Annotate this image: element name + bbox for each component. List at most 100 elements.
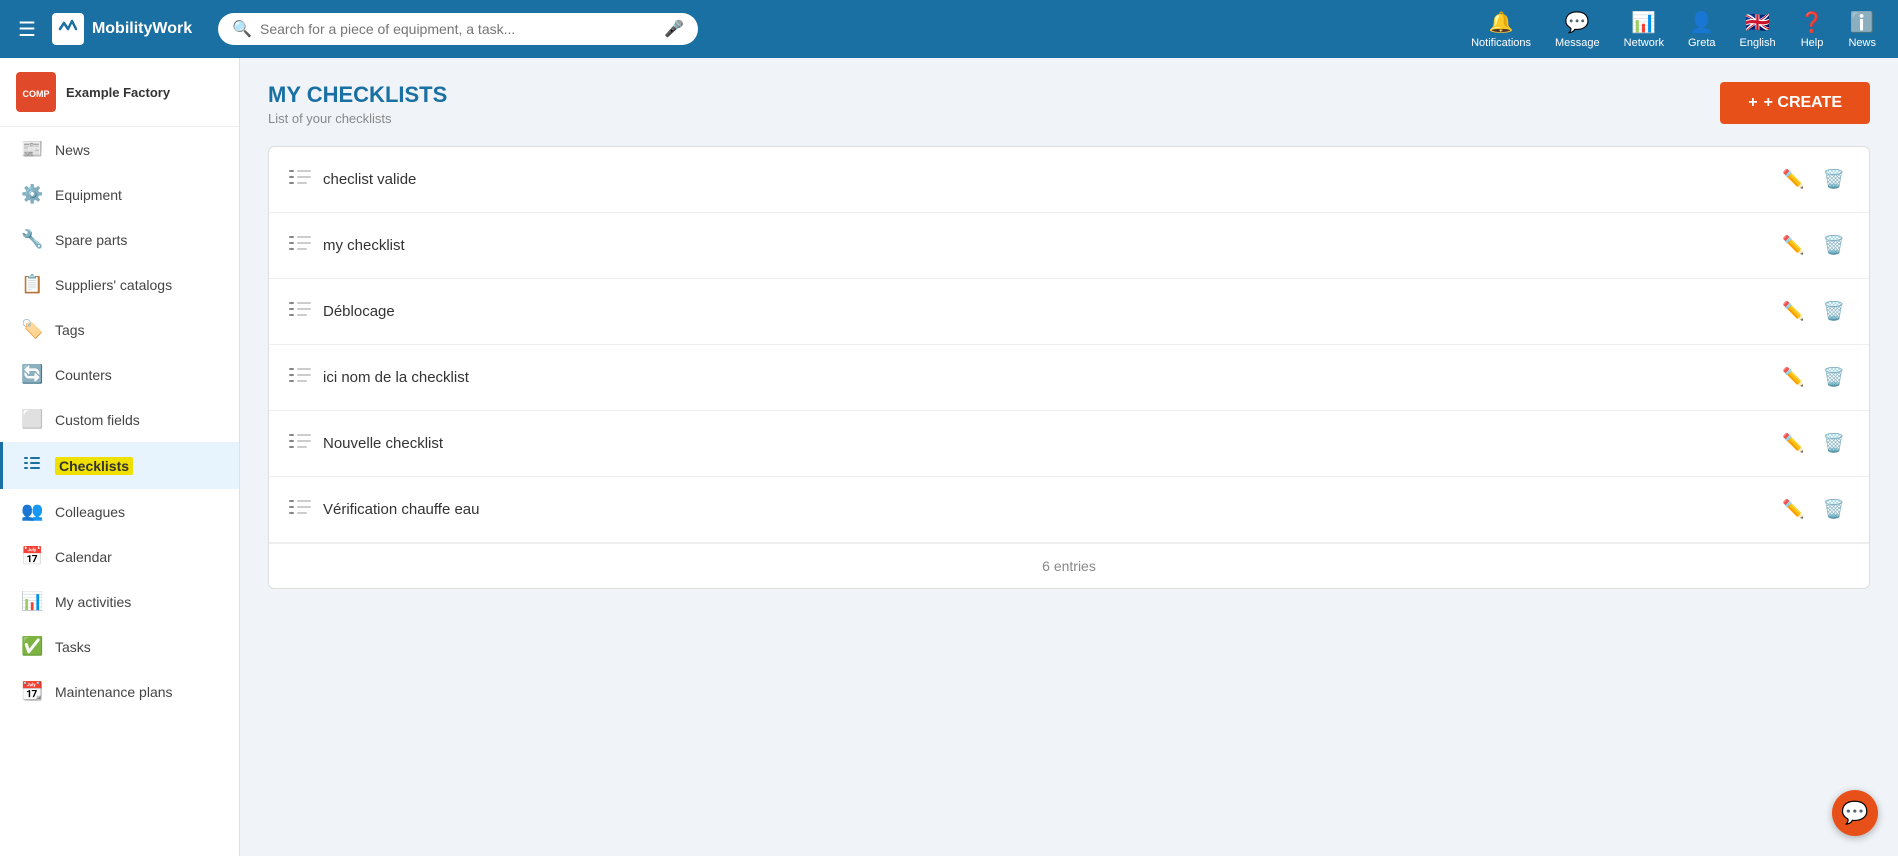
sidebar-counters-label: Counters: [55, 367, 112, 383]
checklist-row-icon: [289, 366, 311, 389]
checklist-name: Vérification chauffe eau: [323, 501, 1766, 518]
delete-button[interactable]: 🗑️: [1819, 429, 1849, 458]
equipment-icon: ⚙️: [21, 184, 43, 205]
checklist-row-icon: [289, 300, 311, 323]
checklists-card: checlist valide ✏️ 🗑️: [268, 146, 1870, 589]
sidebar-tags-label: Tags: [55, 322, 85, 338]
checklist-row: Déblocage ✏️ 🗑️: [269, 279, 1869, 345]
calendar-icon: 📅: [21, 546, 43, 567]
news-button[interactable]: ℹ️ News: [1838, 6, 1886, 53]
sidebar-item-tags[interactable]: 🏷️ Tags: [0, 307, 239, 352]
tasks-icon: ✅: [21, 636, 43, 657]
sidebar-item-maintenance-plans[interactable]: 📆 Maintenance plans: [0, 669, 239, 714]
edit-button[interactable]: ✏️: [1778, 165, 1808, 194]
search-icon: 🔍: [232, 19, 252, 39]
sidebar-item-equipment[interactable]: ⚙️ Equipment: [0, 172, 239, 217]
network-label: Network: [1624, 37, 1664, 49]
page-title: MY CHECKLISTS: [268, 82, 447, 108]
sidebar-suppliers-label: Suppliers' catalogs: [55, 277, 172, 293]
row-actions: ✏️ 🗑️: [1778, 165, 1849, 194]
page-subtitle: List of your checklists: [268, 111, 447, 126]
row-actions: ✏️ 🗑️: [1778, 363, 1849, 392]
sidebar-item-tasks[interactable]: ✅ Tasks: [0, 624, 239, 669]
news-nav-label: News: [1848, 37, 1876, 49]
delete-button[interactable]: 🗑️: [1819, 363, 1849, 392]
sidebar-item-suppliers-catalogs[interactable]: 📋 Suppliers' catalogs: [0, 262, 239, 307]
checklist-name: ici nom de la checklist: [323, 369, 1766, 386]
checklist-name: my checklist: [323, 237, 1766, 254]
message-label: Message: [1555, 37, 1600, 49]
edit-button[interactable]: ✏️: [1778, 297, 1808, 326]
checklist-row-icon: [289, 432, 311, 455]
sidebar-item-calendar[interactable]: 📅 Calendar: [0, 534, 239, 579]
sidebar-my-activities-label: My activities: [55, 594, 131, 610]
profile-button[interactable]: 👤 Greta: [1678, 6, 1726, 53]
sidebar-item-colleagues[interactable]: 👥 Colleagues: [0, 489, 239, 534]
row-actions: ✏️ 🗑️: [1778, 429, 1849, 458]
maintenance-icon: 📆: [21, 681, 43, 702]
profile-label: Greta: [1688, 37, 1716, 49]
company-header[interactable]: COMP Example Factory: [0, 58, 239, 127]
avatar-icon: 👤: [1689, 10, 1714, 35]
tags-icon: 🏷️: [21, 319, 43, 340]
sidebar-item-my-activities[interactable]: 📊 My activities: [0, 579, 239, 624]
page-header: MY CHECKLISTS List of your checklists + …: [268, 82, 1870, 126]
delete-button[interactable]: 🗑️: [1819, 231, 1849, 260]
sidebar-spare-parts-label: Spare parts: [55, 232, 127, 248]
edit-button[interactable]: ✏️: [1778, 429, 1808, 458]
checklist-row: Nouvelle checklist ✏️ 🗑️: [269, 411, 1869, 477]
language-label: English: [1740, 37, 1776, 49]
logo[interactable]: MobilityWork: [52, 13, 192, 45]
sidebar-item-checklists[interactable]: Checklists: [0, 442, 239, 489]
notifications-button[interactable]: 🔔 Notifications: [1461, 6, 1541, 53]
sidebar-checklists-label: Checklists: [55, 457, 133, 475]
notifications-label: Notifications: [1471, 37, 1531, 49]
svg-text:COMP: COMP: [23, 89, 50, 99]
sidebar-tasks-label: Tasks: [55, 639, 91, 655]
topnav-actions: 🔔 Notifications 💬 Message 📊 Network 👤 Gr…: [1461, 6, 1886, 53]
suppliers-icon: 📋: [21, 274, 43, 295]
checklist-row: Vérification chauffe eau ✏️ 🗑️: [269, 477, 1869, 543]
checklist-row: my checklist ✏️ 🗑️: [269, 213, 1869, 279]
sidebar-item-news[interactable]: 📰 News: [0, 127, 239, 172]
delete-button[interactable]: 🗑️: [1819, 495, 1849, 524]
checklist-row-icon: [289, 168, 311, 191]
my-activities-icon: 📊: [21, 591, 43, 612]
network-button[interactable]: 📊 Network: [1614, 6, 1674, 53]
create-button[interactable]: + + CREATE: [1720, 82, 1870, 124]
sidebar-colleagues-label: Colleagues: [55, 504, 125, 520]
chat-bubble[interactable]: 💬: [1832, 790, 1878, 836]
main-content: MY CHECKLISTS List of your checklists + …: [240, 58, 1898, 856]
sidebar-item-counters[interactable]: 🔄 Counters: [0, 352, 239, 397]
sidebar-calendar-label: Calendar: [55, 549, 112, 565]
checklist-row: ici nom de la checklist ✏️ 🗑️: [269, 345, 1869, 411]
chat-icon: 💬: [1841, 800, 1868, 826]
checklist-row-icon: [289, 234, 311, 257]
checklist-row-icon: [289, 498, 311, 521]
help-icon: ❓: [1800, 10, 1825, 35]
language-button[interactable]: 🇬🇧 English: [1730, 6, 1786, 53]
flag-icon: 🇬🇧: [1745, 10, 1770, 35]
mic-icon[interactable]: 🎤: [664, 19, 684, 39]
edit-button[interactable]: ✏️: [1778, 231, 1808, 260]
help-button[interactable]: ❓ Help: [1790, 6, 1835, 53]
edit-button[interactable]: ✏️: [1778, 495, 1808, 524]
delete-button[interactable]: 🗑️: [1819, 165, 1849, 194]
row-actions: ✏️ 🗑️: [1778, 231, 1849, 260]
sidebar: COMP Example Factory 📰 News ⚙️ Equipment…: [0, 58, 240, 856]
delete-button[interactable]: 🗑️: [1819, 297, 1849, 326]
search-input[interactable]: [260, 21, 656, 37]
sidebar-item-spare-parts[interactable]: 🔧 Spare parts: [0, 217, 239, 262]
spare-parts-icon: 🔧: [21, 229, 43, 250]
topnav: ☰ MobilityWork 🔍 🎤 🔔 Notifications 💬 Mes…: [0, 0, 1898, 58]
checklists-icon: [21, 454, 43, 477]
message-button[interactable]: 💬 Message: [1545, 6, 1610, 53]
page-title-section: MY CHECKLISTS List of your checklists: [268, 82, 447, 126]
checklist-name: checlist valide: [323, 171, 1766, 188]
news-icon: 📰: [21, 139, 43, 160]
search-bar[interactable]: 🔍 🎤: [218, 13, 698, 45]
edit-button[interactable]: ✏️: [1778, 363, 1808, 392]
row-actions: ✏️ 🗑️: [1778, 297, 1849, 326]
sidebar-item-custom-fields[interactable]: ⬜ Custom fields: [0, 397, 239, 442]
hamburger-icon[interactable]: ☰: [12, 11, 42, 48]
